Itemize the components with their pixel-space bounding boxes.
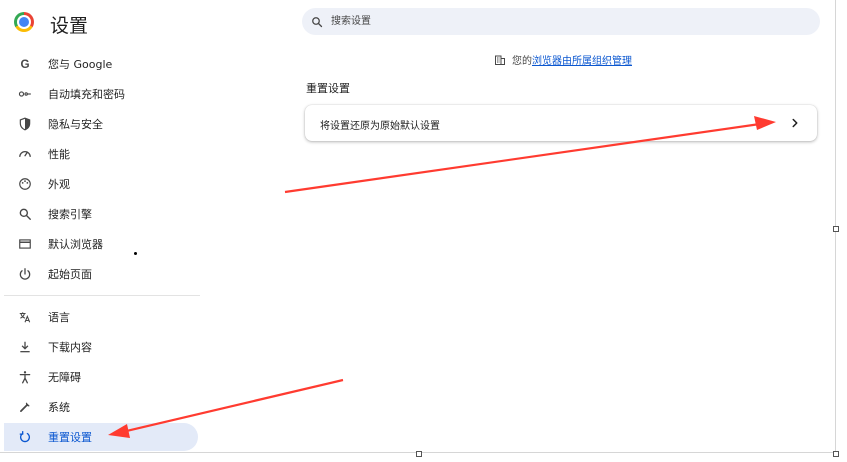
managed-by-organization-link[interactable]: 浏览器由所属组织管理 xyxy=(532,52,632,67)
accessibility-icon xyxy=(18,370,32,384)
sidebar-item-label: 重置设置 xyxy=(48,431,92,444)
sidebar-item-default-browser[interactable]: 默认浏览器 xyxy=(4,230,198,258)
sidebar-item-label: 语言 xyxy=(48,311,70,324)
sidebar-divider xyxy=(4,295,200,296)
search-icon xyxy=(18,207,32,221)
sidebar-item-label: 您与 Google xyxy=(48,58,113,71)
sidebar-item-label: 起始页面 xyxy=(48,268,92,281)
sidebar-item-languages[interactable]: 语言 xyxy=(4,303,198,331)
svg-text:G: G xyxy=(20,58,29,71)
browser-window-icon xyxy=(18,237,32,251)
sidebar-item-appearance[interactable]: 外观 xyxy=(4,170,198,198)
speedometer-icon xyxy=(18,147,32,161)
power-icon xyxy=(18,267,32,281)
section-title: 重置设置 xyxy=(306,82,350,95)
sidebar-item-accessibility[interactable]: 无障碍 xyxy=(4,363,198,391)
managed-notice-prefix: 您的 xyxy=(512,56,532,67)
search-icon xyxy=(312,16,323,27)
resize-handle[interactable] xyxy=(833,451,839,457)
wrench-icon xyxy=(18,400,32,414)
building-icon xyxy=(495,55,505,65)
key-icon xyxy=(18,87,32,101)
restore-defaults-row[interactable]: 将设置还原为原始默认设置 xyxy=(305,105,817,141)
chevron-right-icon xyxy=(792,118,798,128)
sidebar-item-label: 性能 xyxy=(48,148,70,161)
managed-by-organization-notice: 您的 浏览器由所属组织管理 xyxy=(494,52,632,67)
translate-icon xyxy=(18,310,32,324)
sidebar-item-performance[interactable]: 性能 xyxy=(4,140,198,168)
sidebar-item-you-and-google[interactable]: G 您与 Google xyxy=(4,50,198,78)
sidebar-item-label: 自动填充和密码 xyxy=(48,88,125,101)
sidebar-item-reset-settings[interactable]: 重置设置 xyxy=(4,423,198,451)
sidebar-item-label: 隐私与安全 xyxy=(48,118,103,131)
sidebar-item-label: 系统 xyxy=(48,401,70,414)
download-icon xyxy=(18,340,32,354)
palette-icon xyxy=(18,177,32,191)
sidebar-item-on-startup[interactable]: 起始页面 xyxy=(4,260,198,288)
restore-defaults-label: 将设置还原为原始默认设置 xyxy=(320,121,440,132)
search-input[interactable] xyxy=(329,15,803,28)
sidebar-item-privacy[interactable]: 隐私与安全 xyxy=(4,110,198,138)
sidebar-item-label: 默认浏览器 xyxy=(48,238,103,251)
sidebar-item-downloads[interactable]: 下载内容 xyxy=(4,333,198,361)
google-icon: G xyxy=(18,57,32,71)
sidebar-item-label: 搜索引擎 xyxy=(48,208,92,221)
sidebar-item-system[interactable]: 系统 xyxy=(4,393,198,421)
sidebar-item-autofill[interactable]: 自动填充和密码 xyxy=(4,80,198,108)
shield-icon xyxy=(18,117,32,131)
sidebar-item-search-engine[interactable]: 搜索引擎 xyxy=(4,200,198,228)
sidebar-item-label: 外观 xyxy=(48,178,70,191)
cursor-dot xyxy=(134,252,137,255)
sidebar-item-label: 无障碍 xyxy=(48,371,81,384)
sidebar-item-label: 下载内容 xyxy=(48,341,92,354)
settings-window: 设置 G 您与 Google 自动填充和密码 隐私与安全 xyxy=(0,0,835,452)
chrome-logo-icon xyxy=(14,12,34,32)
reset-icon xyxy=(18,430,32,444)
resize-handle[interactable] xyxy=(833,226,839,232)
resize-handle[interactable] xyxy=(416,451,422,457)
search-bar[interactable] xyxy=(302,8,820,35)
page-title: 设置 xyxy=(50,15,89,37)
